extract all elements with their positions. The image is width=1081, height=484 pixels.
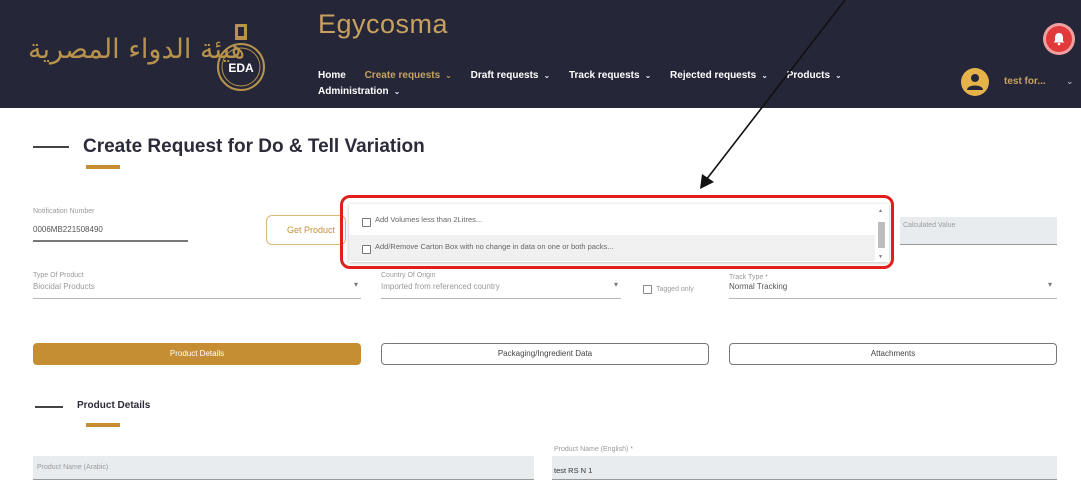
country-of-origin-select[interactable]: Imported from referenced country bbox=[381, 282, 500, 291]
type-of-product-select[interactable]: Biocidal Products bbox=[33, 282, 95, 291]
product-name-arabic-input[interactable]: Product Name (Arabic) bbox=[33, 456, 534, 480]
type-of-product-underline bbox=[33, 298, 361, 299]
notification-bell-icon[interactable] bbox=[1046, 26, 1072, 52]
product-name-english-input[interactable]: test RS N 1 bbox=[552, 456, 1057, 480]
chevron-down-icon: ⌄ bbox=[644, 71, 652, 80]
tagged-only-label: Tagged only bbox=[656, 286, 694, 293]
country-of-origin-label: Country Of Origin bbox=[381, 272, 436, 279]
chevron-down-icon: ⌄ bbox=[761, 71, 768, 80]
type-of-product-caret-icon[interactable]: ▾ bbox=[354, 280, 358, 289]
nav-draft-requests[interactable]: Draft requests ⌄ bbox=[471, 68, 551, 84]
chevron-down-icon: ⌄ bbox=[543, 71, 551, 80]
dropdown-scrollbar[interactable]: ▲ ▼ bbox=[877, 208, 886, 260]
option-checkbox[interactable] bbox=[362, 245, 371, 254]
nav-home[interactable]: Home bbox=[318, 68, 346, 84]
nav-rejected-requests-label: Rejected requests bbox=[670, 70, 757, 81]
scrollbar-thumb[interactable] bbox=[878, 222, 885, 248]
get-product-button[interactable]: Get Product bbox=[266, 215, 346, 245]
option-checkbox[interactable] bbox=[362, 218, 371, 227]
tagged-only-checkbox[interactable] bbox=[643, 285, 652, 294]
eda-emblem-icon: EDA bbox=[217, 24, 265, 91]
product-name-arabic-placeholder: Product Name (Arabic) bbox=[37, 464, 109, 471]
tab-packaging-ingredient-data[interactable]: Packaging/Ingredient Data bbox=[381, 343, 709, 365]
track-type-label: Track Type * bbox=[729, 274, 768, 281]
nav-products[interactable]: Products ⌄ bbox=[787, 68, 842, 84]
nav-draft-requests-label: Draft requests bbox=[470, 70, 539, 81]
scroll-up-arrow-icon[interactable]: ▲ bbox=[878, 208, 883, 214]
chevron-down-icon: ⌄ bbox=[445, 71, 452, 80]
title-underline bbox=[86, 165, 120, 169]
top-header: هيئة الدواء المصرية EDA Egycosma Home Cr… bbox=[0, 0, 1081, 108]
track-type-underline bbox=[729, 298, 1057, 299]
calculated-value-placeholder: Calculated Value bbox=[903, 222, 956, 229]
section-decoration-line bbox=[35, 406, 63, 408]
type-of-product-label: Type Of Product bbox=[33, 272, 84, 279]
chevron-down-icon: ⌄ bbox=[835, 71, 842, 80]
nav-create-requests-label: Create requests bbox=[364, 70, 441, 81]
dropdown-option[interactable]: Add Volumes less than 2Litres... bbox=[349, 208, 875, 234]
section-underline bbox=[86, 423, 120, 427]
emblem-label: EDA bbox=[228, 61, 254, 75]
user-avatar-icon[interactable] bbox=[961, 68, 989, 96]
dropdown-option[interactable]: Add/Remove Carton Box with no change in … bbox=[349, 235, 875, 261]
person-icon bbox=[967, 74, 983, 90]
variation-options-dropdown[interactable]: Add Volumes less than 2Litres... Add/Rem… bbox=[349, 204, 889, 262]
user-menu-chevron-icon[interactable]: ⌄ bbox=[1066, 76, 1074, 87]
tab-product-details[interactable]: Product Details bbox=[33, 343, 361, 365]
main-nav: Home Create requests ⌄ Draft requests ⌄ Tr… bbox=[318, 68, 938, 100]
nav-create-requests[interactable]: Create requests ⌄ bbox=[365, 68, 452, 84]
notification-number-label: Notification Number bbox=[33, 208, 95, 215]
chevron-down-icon: ⌄ bbox=[393, 87, 401, 96]
track-type-caret-icon[interactable]: ▾ bbox=[1048, 280, 1052, 289]
nav-administration[interactable]: Administration ⌄ bbox=[318, 84, 400, 100]
title-decoration-line bbox=[33, 146, 69, 148]
nav-administration-label: Administration bbox=[318, 86, 389, 97]
page-title: Create Request for Do & Tell Variation bbox=[83, 136, 425, 157]
user-name[interactable]: test for... bbox=[1004, 76, 1046, 87]
option-label: Add Volumes less than 2Litres... bbox=[375, 215, 483, 224]
app-title: Egycosma bbox=[318, 9, 449, 39]
product-name-english-value: test RS N 1 bbox=[554, 466, 593, 475]
notification-number-input[interactable]: 0006MB221508490 bbox=[33, 225, 103, 234]
country-of-origin-caret-icon[interactable]: ▾ bbox=[614, 280, 618, 289]
bell-glyph-icon bbox=[1053, 33, 1065, 46]
nav-track-requests-label: Track requests bbox=[568, 70, 640, 81]
tab-attachments[interactable]: Attachments bbox=[729, 343, 1057, 365]
nav-rejected-requests[interactable]: Rejected requests ⌄ bbox=[670, 68, 768, 84]
nav-products-label: Products bbox=[786, 70, 831, 81]
product-name-english-label: Product Name (English) * bbox=[554, 446, 633, 453]
notification-number-underline bbox=[33, 240, 188, 242]
nav-track-requests[interactable]: Track requests ⌄ bbox=[569, 68, 651, 84]
scroll-down-arrow-icon[interactable]: ▼ bbox=[878, 254, 883, 260]
track-type-select[interactable]: Normal Tracking bbox=[729, 282, 787, 291]
country-of-origin-underline bbox=[381, 298, 621, 299]
section-title: Product Details bbox=[77, 400, 151, 411]
option-label: Add/Remove Carton Box with no change in … bbox=[375, 242, 614, 251]
calculated-value-field[interactable]: Calculated Value bbox=[900, 217, 1057, 245]
nav-home-label: Home bbox=[318, 70, 346, 81]
